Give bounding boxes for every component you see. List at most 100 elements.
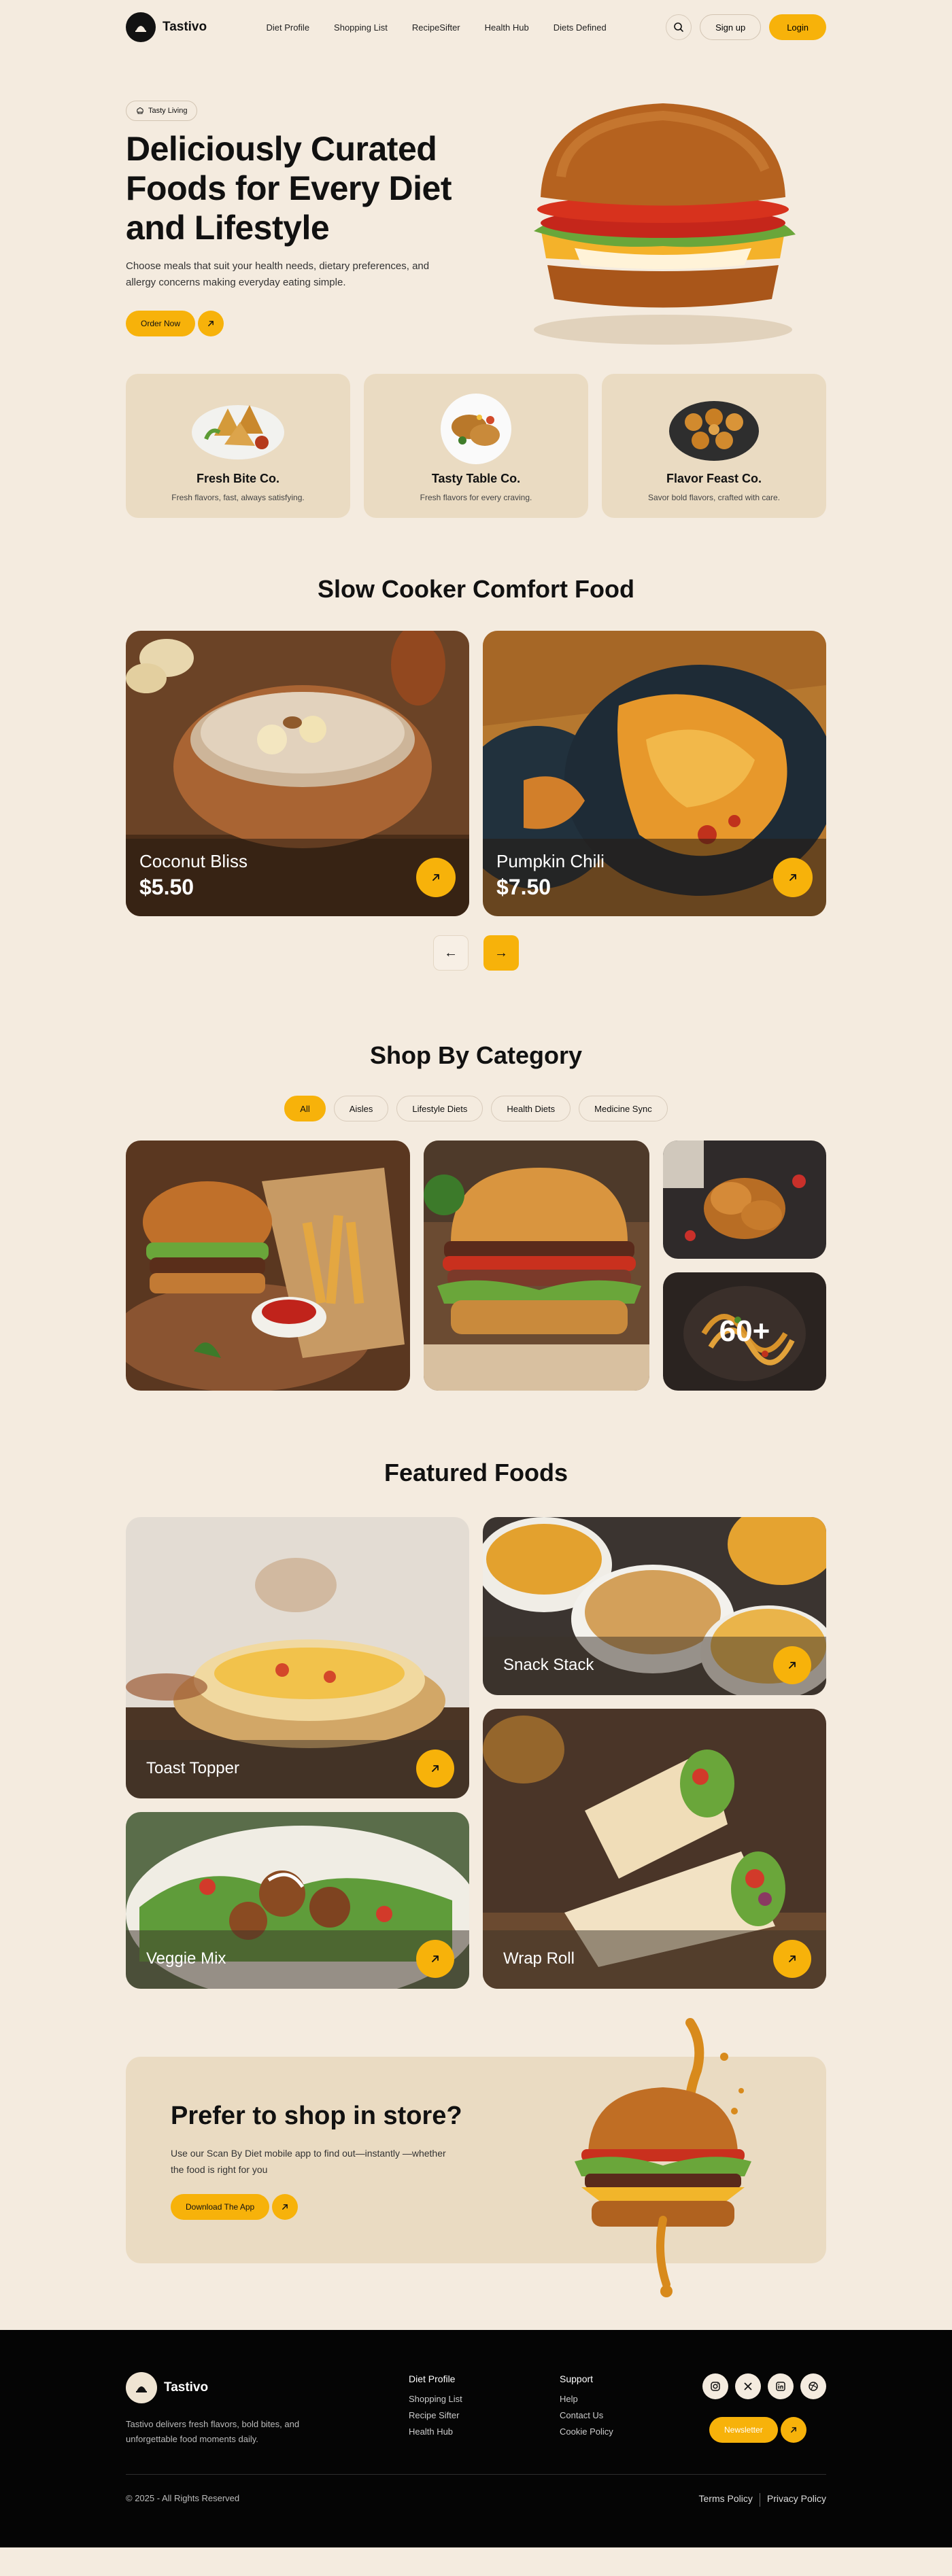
samosa-plate-image (192, 405, 284, 459)
login-button[interactable]: Login (769, 14, 826, 40)
featured-name: Veggie Mix (146, 1949, 226, 1968)
brand-card[interactable]: Fresh Bite Co. Fresh flavors, fast, alwa… (126, 374, 350, 518)
social-links (702, 2373, 826, 2399)
footer-heading[interactable]: Diet Profile (409, 2373, 462, 2384)
slow-cooker-section: Slow Cooker Comfort Food Coconut Bliss $… (126, 575, 826, 971)
category-title: Shop By Category (369, 1041, 583, 1069)
footer-column-support: Support Help Contact Us Cookie Policy (560, 2373, 613, 2443)
hero-burger-image (513, 95, 813, 353)
hero-tag: Tasty Living (126, 101, 198, 121)
hero-cta[interactable]: Order Now (126, 311, 224, 336)
brand-card[interactable]: Flavor Feast Co. Savor bold flavors, cra… (602, 374, 826, 518)
store-title: Prefer to shop in store? (171, 2102, 462, 2130)
hero-section: Tasty Living Deliciously Curated Foods f… (126, 54, 826, 374)
chip-all[interactable]: All (284, 1096, 326, 1121)
footer-link[interactable]: Help (560, 2394, 613, 2404)
food-price: $7.50 (496, 875, 551, 899)
newsletter-button[interactable]: Newsletter (709, 2417, 778, 2443)
featured-section: Featured Foods Toast Topper Snack Stack … (126, 1459, 826, 1989)
chef-hat-icon (137, 107, 143, 114)
arrow-up-right-icon[interactable] (773, 858, 813, 897)
food-price: $5.50 (139, 875, 194, 899)
sauce-burger-image (575, 2018, 751, 2297)
nav-actions: Sign up Login (666, 14, 826, 40)
nav-link-diet-profile[interactable]: Diet Profile (266, 22, 309, 33)
category-tile[interactable] (126, 1141, 410, 1391)
hero-title: Deliciously Curated Foods for Every Diet… (126, 130, 452, 247)
nav-link-shopping-list[interactable]: Shopping List (334, 22, 388, 33)
signup-button[interactable]: Sign up (700, 14, 762, 40)
logo-icon (126, 2372, 157, 2403)
search-icon[interactable] (666, 14, 692, 40)
chip-aisles[interactable]: Aisles (333, 1096, 389, 1121)
fried-chicken-image (663, 1141, 826, 1259)
brand-card-subtitle: Savor bold flavors, crafted with care. (647, 493, 781, 502)
arrow-right-icon[interactable]: → (483, 935, 519, 971)
legal-links: Terms Policy Privacy Policy (699, 2493, 826, 2507)
linkedin-icon[interactable] (768, 2373, 794, 2399)
footer-heading[interactable]: Support (560, 2373, 613, 2384)
footer-link[interactable]: Cookie Policy (560, 2426, 613, 2437)
arrow-up-right-icon[interactable] (416, 858, 456, 897)
nav-link-diets-defined[interactable]: Diets Defined (554, 22, 607, 33)
x-icon[interactable] (735, 2373, 761, 2399)
featured-name: Toast Topper (146, 1759, 239, 1777)
arrow-left-icon[interactable]: ← (433, 935, 469, 971)
brand-cards: Fresh Bite Co. Fresh flavors, fast, alwa… (126, 374, 826, 518)
fritters-plate-image (669, 401, 759, 461)
chip-medicine-sync[interactable]: Medicine Sync (579, 1096, 668, 1121)
featured-name: Snack Stack (503, 1656, 594, 1674)
store-cta[interactable]: Download The App (171, 2194, 299, 2220)
chip-health-diets[interactable]: Health Diets (491, 1096, 571, 1121)
store-banner: Prefer to shop in store? Use our Scan By… (126, 2018, 826, 2297)
featured-card[interactable]: Wrap Roll (483, 1709, 826, 1989)
carousel-pager: ← → (126, 935, 826, 971)
arrow-up-right-icon[interactable] (780, 2417, 806, 2443)
arrow-up-right-icon[interactable] (198, 311, 224, 336)
arrow-up-right-icon[interactable] (773, 1940, 811, 1978)
instagram-icon[interactable] (702, 2373, 728, 2399)
arrow-up-right-icon[interactable] (773, 1646, 811, 1684)
newsletter-cta[interactable]: Newsletter (709, 2417, 806, 2443)
footer-link[interactable]: Recipe Sifter (409, 2410, 462, 2420)
footer-link[interactable]: Shopping List (409, 2394, 462, 2404)
brand-card[interactable]: Tasty Table Co. Fresh flavors for every … (364, 374, 588, 518)
food-card[interactable]: Coconut Bliss $5.50 (126, 631, 469, 916)
footer-link[interactable]: Health Hub (409, 2426, 462, 2437)
brand-card-title: Tasty Table Co. (431, 472, 521, 485)
category-tile-more[interactable]: 60+ (663, 1272, 826, 1391)
food-name: Pumpkin Chili (496, 851, 605, 871)
category-tile[interactable] (663, 1141, 826, 1259)
brand[interactable]: Tastivo (126, 12, 207, 42)
footer-description: Tastivo delivers fresh flavors, bold bit… (126, 2419, 300, 2444)
nav-link-recipesifter[interactable]: RecipeSifter (412, 22, 460, 33)
featured-card[interactable]: Veggie Mix (126, 1812, 469, 1989)
chip-lifestyle-diets[interactable]: Lifestyle Diets (396, 1096, 483, 1121)
brand-card-subtitle: Fresh flavors for every craving. (420, 493, 532, 502)
featured-card[interactable]: Snack Stack (483, 1517, 826, 1695)
nav-link-health-hub[interactable]: Health Hub (485, 22, 529, 33)
footer-brand-name: Tastivo (164, 2380, 209, 2395)
footer-brand[interactable]: Tastivo (126, 2372, 208, 2403)
footer: Tastivo Tastivo delivers fresh flavors, … (0, 2330, 952, 2547)
terms-link[interactable]: Terms Policy (699, 2493, 753, 2507)
dribbble-icon[interactable] (800, 2373, 826, 2399)
burger-image (424, 1141, 649, 1391)
food-card[interactable]: Pumpkin Chili $7.50 (483, 631, 826, 916)
footer-column-diet-profile: Diet Profile Shopping List Recipe Sifter… (409, 2373, 462, 2443)
nav-links: Diet Profile Shopping List RecipeSifter … (266, 22, 606, 33)
privacy-link[interactable]: Privacy Policy (767, 2493, 826, 2507)
arrow-up-right-icon[interactable] (416, 1750, 454, 1788)
logo-icon (126, 12, 156, 42)
category-tile[interactable] (424, 1141, 649, 1391)
order-now-button[interactable]: Order Now (126, 311, 196, 336)
featured-card[interactable]: Toast Topper (126, 1517, 469, 1798)
download-app-button[interactable]: Download The App (171, 2194, 270, 2220)
copyright: © 2025 - All Rights Reserved (126, 2493, 240, 2503)
top-navbar: Tastivo Diet Profile Shopping List Recip… (126, 0, 826, 54)
burger-fries-image (126, 1141, 410, 1391)
footer-link[interactable]: Contact Us (560, 2410, 613, 2420)
arrow-up-right-icon[interactable] (416, 1940, 454, 1978)
brand-card-title: Flavor Feast Co. (666, 472, 762, 485)
arrow-up-right-icon[interactable] (272, 2194, 299, 2220)
